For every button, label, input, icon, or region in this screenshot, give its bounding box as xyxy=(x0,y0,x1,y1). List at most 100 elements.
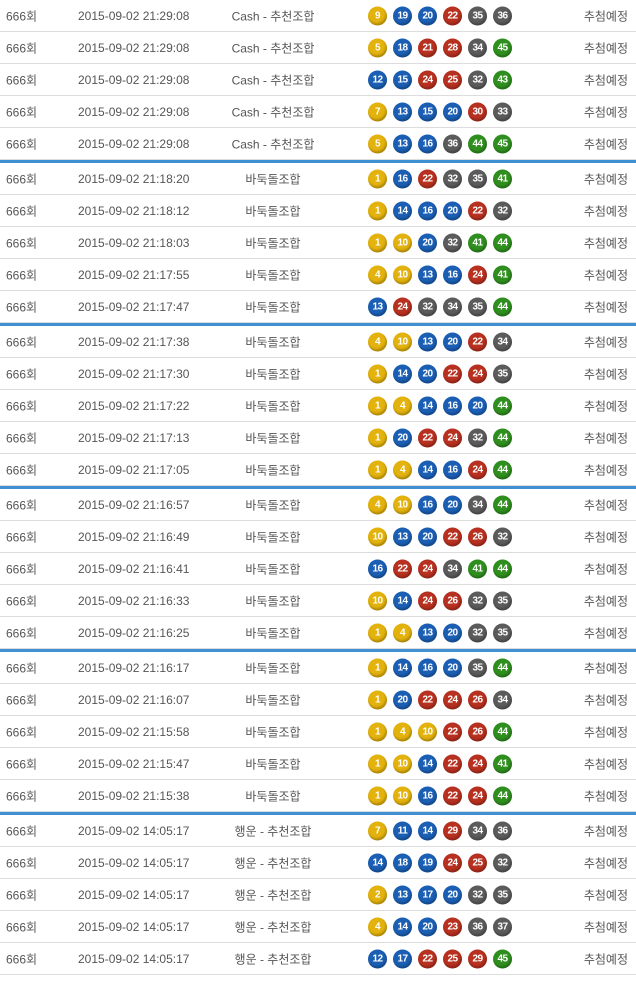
lotto-ball: 22 xyxy=(418,690,437,709)
lotto-ball: 16 xyxy=(418,658,437,677)
lotto-ball: 20 xyxy=(418,364,437,383)
lotto-ball: 34 xyxy=(493,690,512,709)
lotto-ball: 16 xyxy=(418,201,437,220)
status-cell: 추첨예정 xyxy=(583,824,628,838)
table-row: 666회 2015-09-02 21:18:12 바둑돌조합 1 14 16 20 22 32 추… xyxy=(0,195,636,227)
table-row: 666회 2015-09-02 21:18:20 바둑돌조합 1 16 22 32 35 41 추… xyxy=(0,160,636,195)
lotto-ball: 13 xyxy=(368,297,387,316)
lotto-ball: 34 xyxy=(443,297,462,316)
lotto-ball: 26 xyxy=(468,690,487,709)
lotto-ball: 24 xyxy=(468,364,487,383)
lotto-ball: 30 xyxy=(468,102,487,121)
table-row: 666회 2015-09-02 21:29:08 Cash - 추천조합 5 13 16 3… xyxy=(0,128,636,160)
timestamp-cell: 2015-09-02 14:05:17 xyxy=(78,951,190,966)
lotto-ball: 1 xyxy=(368,658,387,677)
status-cell: 추첨예정 xyxy=(583,693,628,707)
status-cell: 추첨예정 xyxy=(583,137,628,151)
round-cell: 666회 xyxy=(6,498,38,512)
method-cell: 바둑돌조합 xyxy=(245,498,301,512)
round-cell: 666회 xyxy=(6,236,38,250)
timestamp-cell: 2015-09-02 21:18:20 xyxy=(78,171,190,186)
round-cell: 666회 xyxy=(6,594,38,608)
timestamp-cell: 2015-09-02 21:15:58 xyxy=(78,724,190,739)
lotto-ball: 25 xyxy=(443,949,462,968)
lotto-ball: 20 xyxy=(418,6,437,25)
method-cell: Cash - 추천조합 xyxy=(231,137,315,151)
table-row: 666회 2015-09-02 21:16:07 바둑돌조합 1 20 22 24 26 34 추… xyxy=(0,684,636,716)
lotto-ball: 44 xyxy=(468,134,487,153)
lotto-ball: 26 xyxy=(468,527,487,546)
lotto-ball: 2 xyxy=(368,885,387,904)
status-cell: 추첨예정 xyxy=(583,335,628,349)
lotto-ball: 16 xyxy=(368,559,387,578)
lotto-ball: 24 xyxy=(443,428,462,447)
method-cell: 바둑돌조합 xyxy=(245,693,301,707)
lotto-ball: 34 xyxy=(443,559,462,578)
lotto-ball: 24 xyxy=(393,297,412,316)
lotto-ball: 20 xyxy=(443,201,462,220)
lotto-ball: 35 xyxy=(493,591,512,610)
round-cell: 666회 xyxy=(6,137,38,151)
round-cell: 666회 xyxy=(6,626,38,640)
lotto-ball: 32 xyxy=(468,885,487,904)
lotto-ball: 22 xyxy=(443,527,462,546)
lotto-ball: 33 xyxy=(493,102,512,121)
lotto-ball: 25 xyxy=(468,853,487,872)
status-cell: 추첨예정 xyxy=(583,725,628,739)
table-row: 666회 2015-09-02 14:05:17 행운 - 추천조합 14 18 19 24… xyxy=(0,847,636,879)
round-cell: 666회 xyxy=(6,952,38,966)
method-cell: 행운 - 추천조합 xyxy=(234,824,312,838)
lotto-ball: 14 xyxy=(393,364,412,383)
lotto-ball: 22 xyxy=(443,722,462,741)
lotto-ball: 41 xyxy=(493,169,512,188)
timestamp-cell: 2015-09-02 21:18:12 xyxy=(78,203,190,218)
lotto-ball: 16 xyxy=(418,495,437,514)
round-cell: 666회 xyxy=(6,204,38,218)
lotto-ball: 22 xyxy=(468,332,487,351)
lotto-ball: 16 xyxy=(443,396,462,415)
round-cell: 666회 xyxy=(6,757,38,771)
lotto-ball: 10 xyxy=(418,722,437,741)
lotto-ball: 32 xyxy=(468,428,487,447)
lotto-ball: 10 xyxy=(393,233,412,252)
status-cell: 추첨예정 xyxy=(583,41,628,55)
lotto-ball: 20 xyxy=(443,658,462,677)
table-row: 666회 2015-09-02 21:17:47 바둑돌조합 13 24 32 34 35 44… xyxy=(0,291,636,323)
lotto-ball: 22 xyxy=(443,364,462,383)
status-cell: 추첨예정 xyxy=(583,300,628,314)
lotto-ball: 24 xyxy=(418,70,437,89)
status-cell: 추첨예정 xyxy=(583,268,628,282)
lotto-ball: 24 xyxy=(418,591,437,610)
table-row: 666회 2015-09-02 21:17:05 바둑돌조합 1 4 14 16 24 44 추첨… xyxy=(0,454,636,486)
table-row: 666회 2015-09-02 21:16:17 바둑돌조합 1 14 16 20 35 44 추… xyxy=(0,649,636,684)
table-row: 666회 2015-09-02 21:29:08 Cash - 추천조합 12 15 24… xyxy=(0,64,636,96)
lotto-ball: 14 xyxy=(393,591,412,610)
lotto-ball: 44 xyxy=(493,233,512,252)
lotto-ball: 14 xyxy=(418,821,437,840)
lotto-ball: 32 xyxy=(418,297,437,316)
lotto-ball: 1 xyxy=(368,460,387,479)
lotto-ball: 20 xyxy=(443,885,462,904)
lotto-ball: 13 xyxy=(393,134,412,153)
round-cell: 666회 xyxy=(6,693,38,707)
lotto-ball: 10 xyxy=(393,786,412,805)
lotto-ball: 16 xyxy=(443,460,462,479)
status-cell: 추첨예정 xyxy=(583,399,628,413)
lotto-ball: 44 xyxy=(493,786,512,805)
status-cell: 추첨예정 xyxy=(583,920,628,934)
status-cell: 추첨예정 xyxy=(583,236,628,250)
lotto-ball: 29 xyxy=(443,821,462,840)
lotto-ball: 14 xyxy=(418,460,437,479)
method-cell: 바둑돌조합 xyxy=(245,172,301,186)
method-cell: 바둑돌조합 xyxy=(245,789,301,803)
lotto-ball: 35 xyxy=(468,169,487,188)
lotto-ball: 32 xyxy=(468,70,487,89)
lotto-ball: 1 xyxy=(368,786,387,805)
table-row: 666회 2015-09-02 21:17:55 바둑돌조합 4 10 13 16 24 41 추… xyxy=(0,259,636,291)
lotto-ball: 1 xyxy=(368,396,387,415)
lotto-ball: 20 xyxy=(393,690,412,709)
lotto-ball: 5 xyxy=(368,134,387,153)
lotto-ball: 1 xyxy=(368,690,387,709)
timestamp-cell: 2015-09-02 21:29:08 xyxy=(78,8,190,23)
lotto-ball: 1 xyxy=(368,623,387,642)
